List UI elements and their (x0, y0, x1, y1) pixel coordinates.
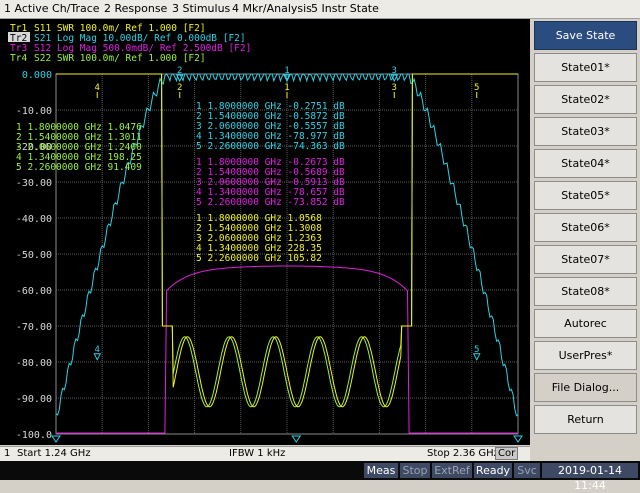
extref-indicator: ExtRef (432, 463, 472, 478)
state06-button[interactable]: State06* (534, 213, 637, 242)
y-tick-label: 0.000 (22, 70, 52, 81)
userpres-button[interactable]: UserPres* (534, 341, 637, 370)
state01-button[interactable]: State01* (534, 53, 637, 82)
y-tick-label: -90.00 (16, 394, 52, 405)
menu-response[interactable]: 2 Response (104, 2, 167, 15)
measurement-display[interactable]: 0.000 -10.00 -20.00 -30.00 -40.00 -50.00 -60.0… (0, 19, 530, 445)
marker-table-s12: 1 1.8000000 GHz -0.2673 dB2 1.5400000 GH… (196, 157, 345, 208)
svc-indicator: Svc (514, 463, 540, 478)
return-button[interactable]: Return (534, 405, 637, 434)
marker-table-s11: 1 1.8000000 GHz 1.05682 1.5400000 GHz 1.… (196, 213, 322, 264)
instrument-status-bar: Meas Stop ExtRef Ready Svc 2019-01-14 11… (0, 461, 640, 492)
correction-indicator: Cor (495, 447, 519, 460)
y-tick-label: -60.00 (16, 286, 52, 297)
channel-status-bar: 1 Start 1.24 GHz IFBW 1 kHz Stop 2.36 GH… (0, 446, 530, 461)
marker-table-s21: 1 1.8000000 GHz -0.2751 dB2 1.5400000 GH… (196, 101, 345, 152)
trace-header-tr4[interactable]: Tr4 S22 SWR 100.0m/ Ref 1.000 [F2] (10, 53, 206, 64)
y-tick-label: -30.00 (16, 178, 52, 189)
state08-button[interactable]: State08* (534, 277, 637, 306)
menu-bar: 1 Active Ch/Trace 2 Response 3 Stimulus … (0, 0, 640, 19)
marker-row: 5 2.2600000 GHz 105.82 (196, 253, 322, 264)
marker-row: 5 2.2600000 GHz -74.363 dB (196, 141, 345, 152)
s11-marker-label: 1 (284, 83, 289, 93)
s11-marker-label: 2 (177, 83, 182, 93)
trace-id: Tr4 (10, 53, 27, 64)
file-dialog-button[interactable]: File Dialog... (534, 373, 637, 402)
stop-indicator: Stop (400, 463, 430, 478)
s11-marker-label: 5 (474, 83, 479, 93)
y-tick-label: -100.0 (16, 430, 52, 441)
ready-indicator: Ready (474, 463, 512, 478)
softkey-panel: Save State State01* State02* State03* St… (531, 19, 640, 445)
marker-row: 5 2.2600000 GHz -73.852 dB (196, 197, 345, 208)
trace-plot[interactable]: 0.000-10.00-20.00-30.00-40.00-50.00-60.0… (0, 19, 530, 445)
state04-button[interactable]: State04* (534, 149, 637, 178)
marker-table-s22: 1 1.8000000 GHz 1.04762 1.5400000 GHz 1.… (16, 122, 142, 173)
start-frequency[interactable]: Start 1.24 GHz (17, 448, 91, 459)
menu-mkr-analysis[interactable]: 4 Mkr/Analysis (232, 2, 312, 15)
menu-active-ch-trace[interactable]: 1 Active Ch/Trace (4, 2, 100, 15)
y-tick-label: -70.00 (16, 322, 52, 333)
state07-button[interactable]: State07* (534, 245, 637, 274)
save-state-title: Save State (534, 21, 637, 50)
state03-button[interactable]: State03* (534, 117, 637, 146)
s11-marker-label: 4 (95, 83, 100, 93)
y-tick-label: -40.00 (16, 214, 52, 225)
marker-row: 5 2.2600000 GHz 91.409 (16, 162, 142, 173)
state02-button[interactable]: State02* (534, 85, 637, 114)
y-tick-label: -10.00 (16, 106, 52, 117)
state05-button[interactable]: State05* (534, 181, 637, 210)
channel-number: 1 (4, 448, 11, 459)
trace-params: S22 SWR 100.0m/ Ref 1.000 [F2] (34, 53, 206, 64)
if-bandwidth[interactable]: IFBW 1 kHz (229, 448, 285, 459)
meas-indicator: Meas (364, 463, 398, 478)
y-tick-label: -50.00 (16, 250, 52, 261)
menu-instr-state[interactable]: 5 Instr State (311, 2, 379, 15)
s11-marker-label: 3 (392, 83, 397, 93)
autorec-button[interactable]: Autorec (534, 309, 637, 338)
y-tick-label: -80.00 (16, 358, 52, 369)
stop-frequency[interactable]: Stop 2.36 GHz (427, 448, 499, 459)
date-time: 2019-01-14 11:44 (542, 463, 638, 492)
menu-stimulus[interactable]: 3 Stimulus (172, 2, 230, 15)
